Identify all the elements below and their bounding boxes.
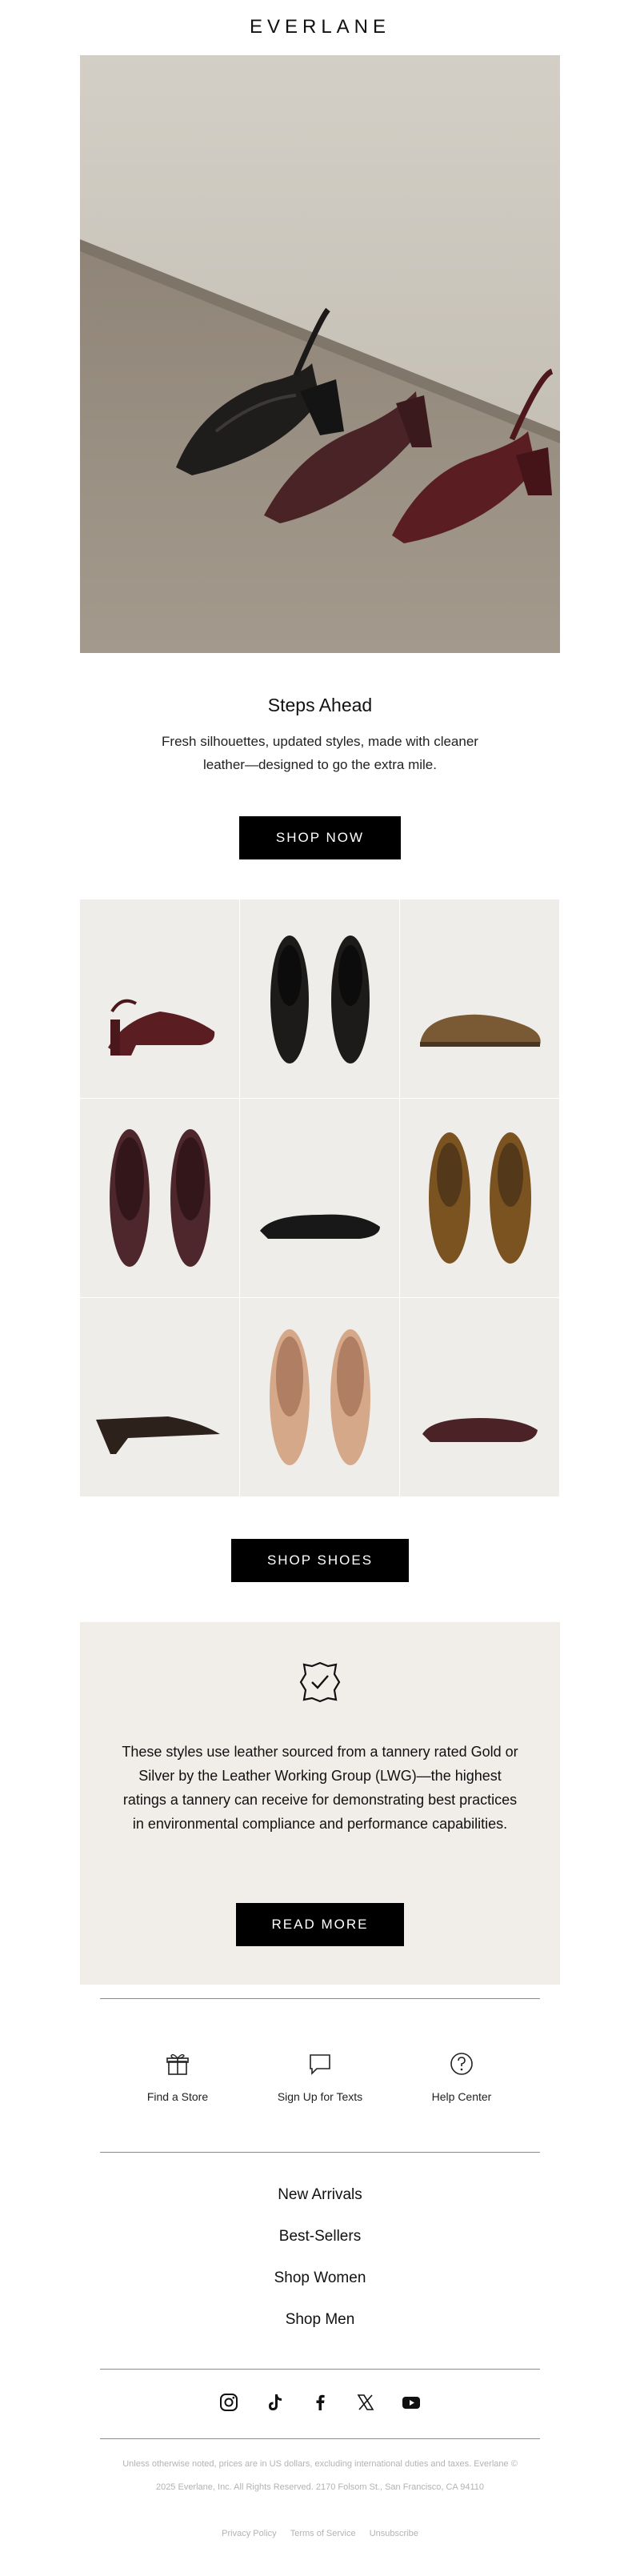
product-tile-black-ballet-flat[interactable] bbox=[240, 1099, 399, 1297]
nav-shop-women[interactable]: Shop Women bbox=[0, 2270, 640, 2287]
gift-icon bbox=[166, 2053, 189, 2075]
hero-subcopy: Fresh silhouettes, updated styles, made … bbox=[162, 734, 478, 772]
x-icon[interactable] bbox=[354, 2391, 377, 2414]
leather-copy: These styles use leather sourced from a … bbox=[122, 1744, 518, 1832]
terms-of-service-link[interactable]: Terms of Service bbox=[290, 2529, 356, 2538]
leather-check-icon bbox=[299, 1661, 341, 1703]
divider bbox=[100, 2369, 540, 2370]
product-grid bbox=[80, 899, 560, 1498]
nav-new-arrivals[interactable]: New Arrivals bbox=[0, 2186, 640, 2204]
sign-up-for-texts-label: Sign Up for Texts bbox=[277, 2090, 363, 2103]
product-tile-brown-suede-mule[interactable] bbox=[80, 1298, 239, 1496]
instagram-icon[interactable] bbox=[218, 2391, 240, 2414]
youtube-icon[interactable] bbox=[400, 2391, 422, 2414]
tiktok-icon[interactable] bbox=[263, 2391, 286, 2414]
divider bbox=[100, 1998, 540, 1999]
product-tile-burgundy-slingback-heel[interactable] bbox=[80, 899, 239, 1098]
legal-line-1: Unless otherwise noted, prices are in US… bbox=[122, 2459, 518, 2469]
product-tile-black-loafer-pair[interactable] bbox=[240, 899, 399, 1098]
product-tile-burgundy-flat[interactable] bbox=[400, 1298, 559, 1496]
nav-best-sellers[interactable]: Best-Sellers bbox=[0, 2228, 640, 2245]
shop-shoes-button[interactable]: SHOP SHOES bbox=[231, 1539, 409, 1582]
find-a-store-link[interactable]: Find a Store bbox=[110, 2051, 246, 2103]
sign-up-for-texts-link[interactable]: Sign Up for Texts bbox=[252, 2051, 388, 2103]
everlane-logo[interactable]: EVERLANE bbox=[0, 16, 640, 38]
help-circle-icon bbox=[450, 2053, 473, 2075]
product-tile-brown-suede-lace-up[interactable] bbox=[400, 899, 559, 1098]
help-center-link[interactable]: Help Center bbox=[394, 2051, 530, 2103]
unsubscribe-link[interactable]: Unsubscribe bbox=[370, 2529, 418, 2538]
help-center-label: Help Center bbox=[431, 2090, 492, 2103]
email-body: EVERLANE Steps Ahead Fresh silhouettes, … bbox=[0, 0, 640, 2576]
product-tile-burgundy-ballet-flat-pair[interactable] bbox=[80, 1099, 239, 1297]
chat-bubble-icon bbox=[310, 2054, 330, 2075]
shop-now-button[interactable]: SHOP NOW bbox=[239, 816, 401, 859]
read-more-button[interactable]: READ MORE bbox=[236, 1903, 404, 1946]
find-a-store-label: Find a Store bbox=[146, 2090, 209, 2103]
product-tile-brown-suede-loafer-pair[interactable] bbox=[400, 1099, 559, 1297]
facebook-icon[interactable] bbox=[309, 2391, 331, 2414]
footer-links: Privacy Policy Terms of Service Unsubscr… bbox=[0, 2529, 640, 2538]
divider bbox=[100, 2438, 540, 2439]
hero-headline: Steps Ahead bbox=[267, 695, 373, 715]
legal-line-2: 2025 Everlane, Inc. All Rights Reserved.… bbox=[155, 2482, 485, 2492]
divider bbox=[100, 2152, 540, 2153]
hero-image[interactable] bbox=[80, 55, 560, 653]
privacy-policy-link[interactable]: Privacy Policy bbox=[222, 2529, 276, 2538]
nav-shop-men[interactable]: Shop Men bbox=[0, 2311, 640, 2329]
product-tile-tan-bow-ballet-flat-pair[interactable] bbox=[240, 1298, 399, 1496]
